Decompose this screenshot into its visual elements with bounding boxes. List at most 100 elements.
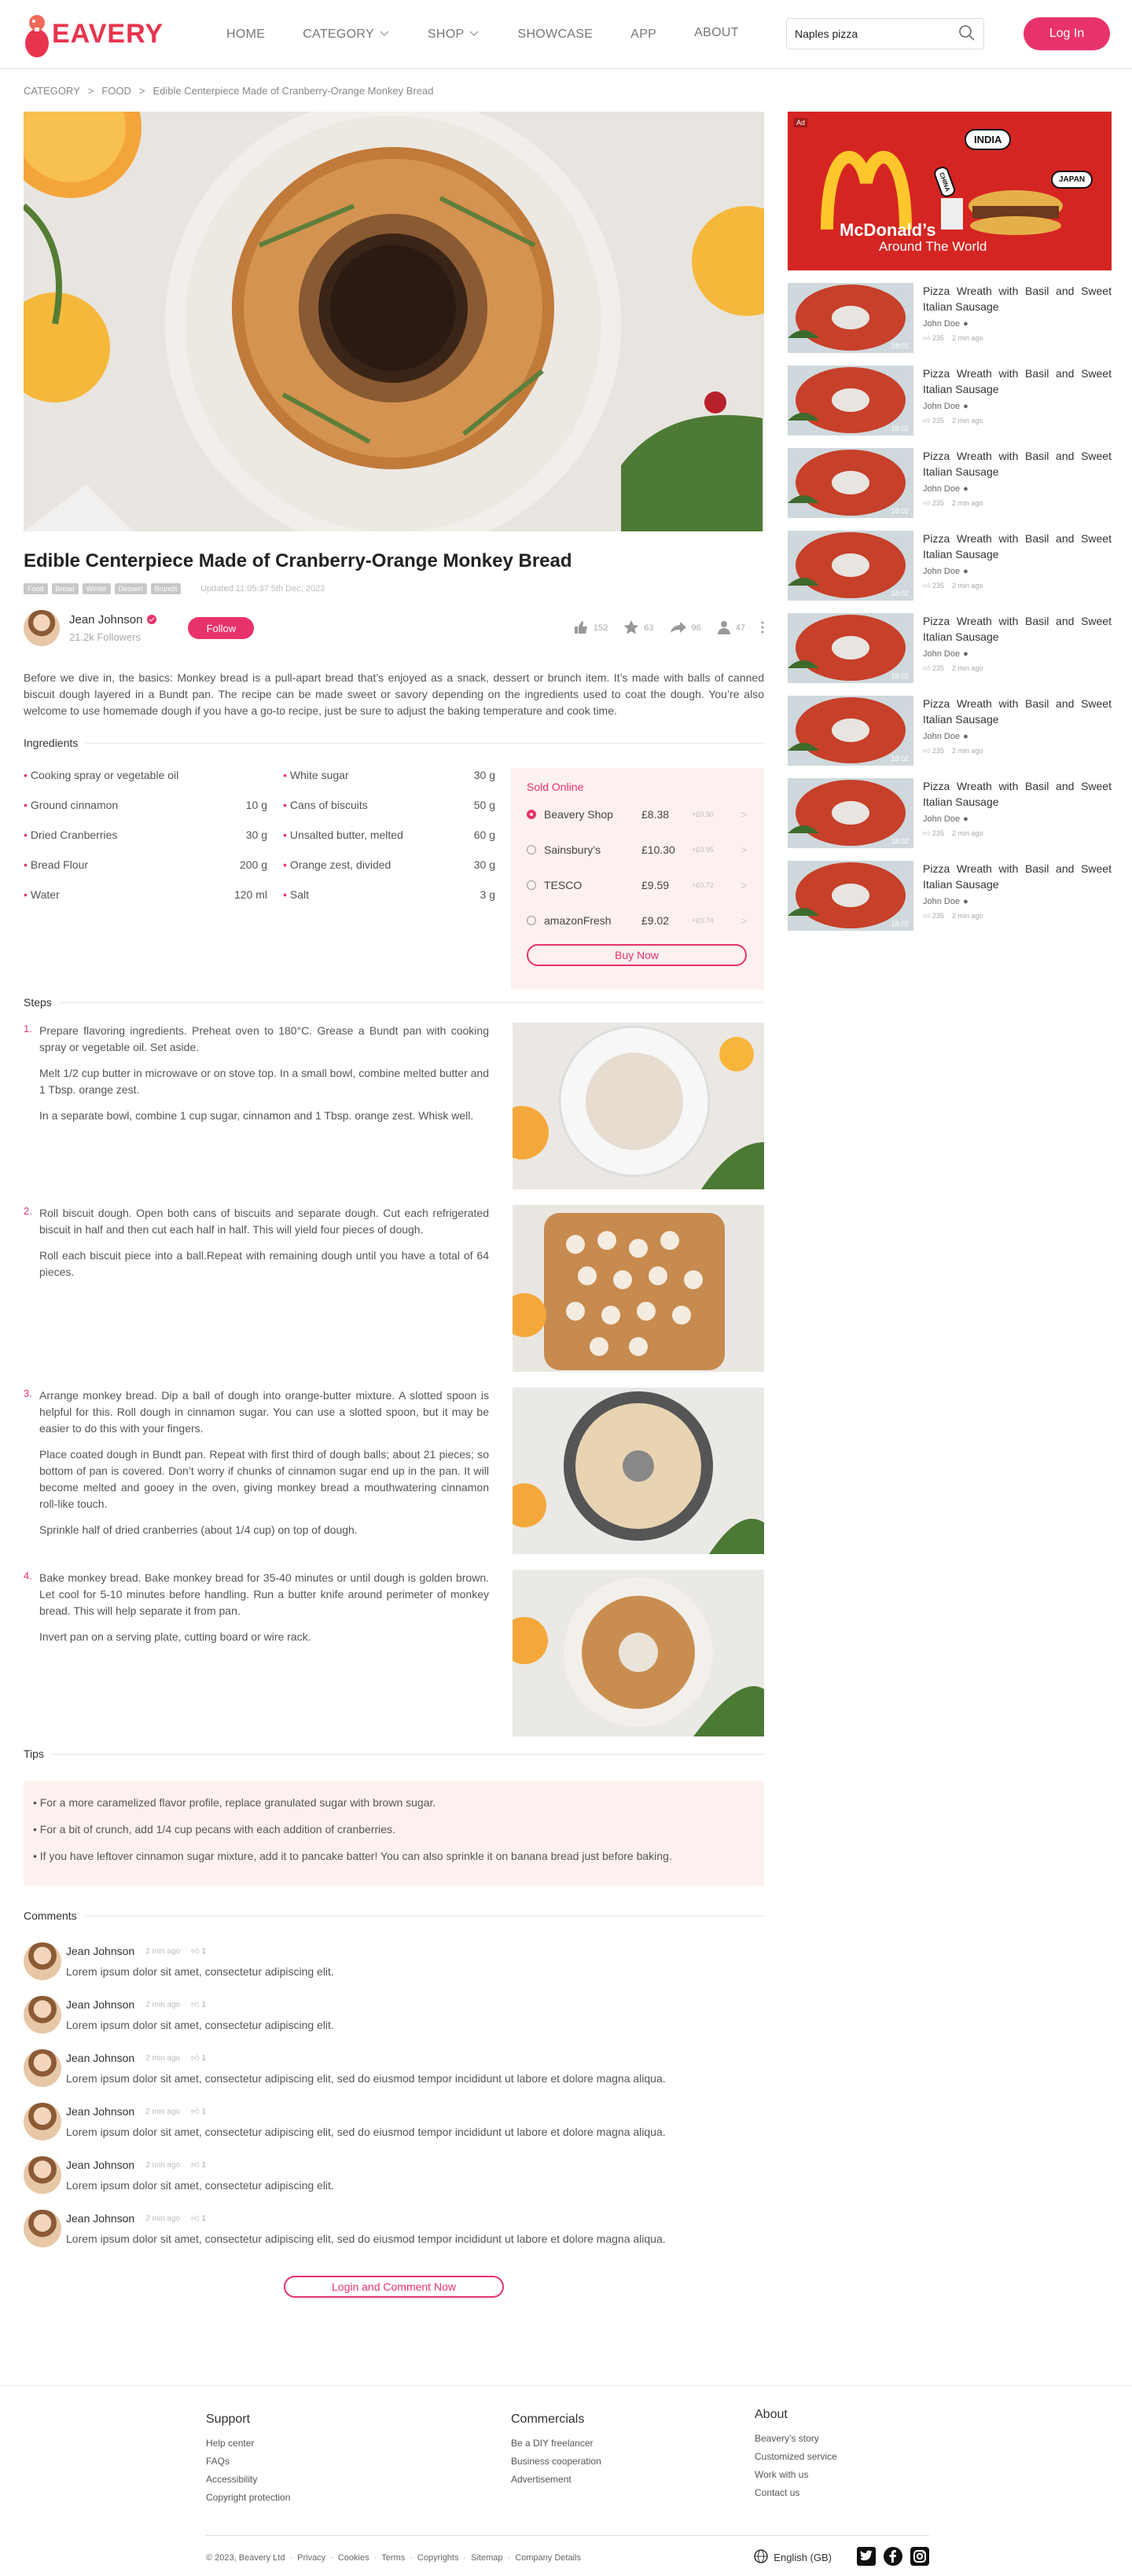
more-icon[interactable] — [761, 621, 764, 636]
facebook-icon[interactable] — [884, 2547, 902, 2568]
tag[interactable]: Dessert — [114, 583, 147, 594]
legal-link[interactable]: Terms — [381, 2553, 405, 2563]
shop-option[interactable]: Sainsbury’s £10.30 +£0.95 > — [527, 832, 748, 867]
avatar[interactable] — [24, 2210, 61, 2247]
footer-link[interactable]: Accessibility — [206, 2474, 290, 2485]
card-title[interactable]: Pizza Wreath with Basil and Sweet Italia… — [923, 696, 1112, 727]
footer-link[interactable]: Customized service — [755, 2451, 837, 2462]
card-thumbnail[interactable]: 18:02 — [788, 531, 913, 601]
chevron-right-icon[interactable]: > — [741, 843, 747, 856]
twitter-icon[interactable] — [857, 2547, 876, 2568]
shop-option[interactable]: Beavery Shop £8.38 +£0.30 > — [527, 796, 748, 832]
chevron-right-icon[interactable]: > — [741, 879, 747, 891]
nav-category[interactable]: CATEGORY — [303, 28, 390, 42]
nav-showcase[interactable]: SHOWCASE — [517, 28, 593, 42]
nav-app[interactable]: APP — [630, 28, 656, 42]
related-card[interactable]: 18:02 Pizza Wreath with Basil and Sweet I… — [788, 613, 1112, 683]
search-input[interactable]: Naples pizza — [786, 18, 984, 50]
card-author[interactable]: John Doe — [923, 402, 960, 411]
legal-link[interactable]: Company Details — [515, 2553, 581, 2563]
legal-link[interactable]: Cookies — [338, 2553, 369, 2563]
chevron-right-icon[interactable]: > — [741, 808, 747, 821]
buy-now-button[interactable]: Buy Now — [527, 944, 747, 966]
comment-author[interactable]: Jean Johnson — [66, 2052, 134, 2064]
radio-icon[interactable] — [527, 844, 536, 854]
card-title[interactable]: Pizza Wreath with Basil and Sweet Italia… — [923, 531, 1112, 562]
comment-like[interactable]: 👍︎ 1 — [191, 2214, 206, 2223]
search-icon[interactable] — [958, 24, 976, 44]
comment-like[interactable]: 👍︎ 1 — [191, 2053, 206, 2063]
legal-link[interactable]: Privacy — [297, 2553, 325, 2563]
legal-link[interactable]: Sitemap — [471, 2553, 502, 2563]
language-selector[interactable]: English (GB) — [753, 2548, 832, 2567]
avatar[interactable] — [24, 1942, 61, 1980]
card-title[interactable]: Pizza Wreath with Basil and Sweet Italia… — [923, 861, 1112, 892]
avatar[interactable] — [24, 2103, 61, 2141]
logo[interactable]: EAVERY — [24, 12, 204, 57]
footer-link[interactable]: Be a DIY freelancer — [511, 2438, 601, 2449]
like-stat[interactable]: 152 — [573, 620, 608, 637]
card-title[interactable]: Pizza Wreath with Basil and Sweet Italia… — [923, 366, 1112, 397]
comment-like[interactable]: 👍︎ 1 — [191, 2107, 206, 2116]
ad-banner[interactable]: Ad INDIA JAPAN CHINA McDonald’s Around T… — [788, 112, 1112, 270]
footer-link[interactable]: Business cooperation — [511, 2456, 601, 2467]
card-thumbnail[interactable]: 18:02 — [788, 778, 913, 848]
nav-shop[interactable]: SHOP — [428, 28, 480, 42]
related-card[interactable]: 18:02 Pizza Wreath with Basil and Sweet I… — [788, 366, 1112, 435]
breadcrumb-food[interactable]: FOOD — [101, 85, 131, 97]
author-name[interactable]: Jean Johnson — [69, 613, 142, 627]
footer-link[interactable]: FAQs — [206, 2456, 290, 2467]
nav-about[interactable]: ABOUT — [694, 24, 739, 42]
shop-option[interactable]: TESCO £9.59 +£0.72 > — [527, 867, 748, 902]
card-author[interactable]: John Doe — [923, 649, 960, 659]
shop-option[interactable]: amazonFresh £9.02 +£0.74 > — [527, 902, 748, 938]
card-thumbnail[interactable]: 18:02 — [788, 861, 913, 931]
related-card[interactable]: 18:02 Pizza Wreath with Basil and Sweet I… — [788, 283, 1112, 353]
card-title[interactable]: Pizza Wreath with Basil and Sweet Italia… — [923, 283, 1112, 314]
tag[interactable]: Winter — [82, 583, 111, 594]
card-thumbnail[interactable]: 18:02 — [788, 613, 913, 683]
comment-author[interactable]: Jean Johnson — [66, 2159, 134, 2171]
card-thumbnail[interactable]: 18:02 — [788, 366, 913, 435]
comment-author[interactable]: Jean Johnson — [66, 2105, 134, 2118]
avatar[interactable] — [24, 2156, 61, 2194]
radio-icon[interactable] — [527, 915, 536, 925]
login-comment-button[interactable]: Login and Comment Now — [284, 2276, 504, 2298]
tag[interactable]: Bread — [51, 583, 79, 594]
avatar[interactable] — [24, 2049, 61, 2087]
related-card[interactable]: 18:02 Pizza Wreath with Basil and Sweet I… — [788, 531, 1112, 601]
nav-home[interactable]: HOME — [226, 28, 265, 42]
comment-like[interactable]: 👍︎ 1 — [191, 2000, 206, 2009]
instagram-icon[interactable] — [910, 2547, 929, 2568]
footer-link[interactable]: Advertisement — [511, 2474, 601, 2485]
avatar[interactable] — [24, 610, 60, 646]
chevron-right-icon[interactable]: > — [741, 914, 747, 927]
follow-button[interactable]: Follow — [188, 617, 255, 639]
breadcrumb-category[interactable]: CATEGORY — [24, 85, 80, 97]
related-card[interactable]: 18:02 Pizza Wreath with Basil and Sweet I… — [788, 778, 1112, 848]
footer-link[interactable]: Help center — [206, 2438, 290, 2449]
footer-link[interactable]: Work with us — [755, 2469, 837, 2480]
avatar[interactable] — [24, 1996, 61, 2034]
comment-author[interactable]: Jean Johnson — [66, 2212, 134, 2225]
comment-author[interactable]: Jean Johnson — [66, 1998, 134, 2011]
card-author[interactable]: John Doe — [923, 897, 960, 906]
card-author[interactable]: John Doe — [923, 319, 960, 329]
legal-link[interactable]: Copyrights — [417, 2553, 459, 2563]
card-title[interactable]: Pizza Wreath with Basil and Sweet Italia… — [923, 778, 1112, 810]
login-button[interactable]: Log In — [1024, 17, 1110, 50]
card-author[interactable]: John Doe — [923, 814, 960, 824]
radio-icon[interactable] — [527, 880, 536, 890]
related-card[interactable]: 18:02 Pizza Wreath with Basil and Sweet I… — [788, 861, 1112, 931]
tag[interactable]: Brunch — [150, 583, 182, 594]
card-thumbnail[interactable]: 18:02 — [788, 448, 913, 518]
footer-link[interactable]: Contact us — [755, 2487, 837, 2498]
related-card[interactable]: 18:02 Pizza Wreath with Basil and Sweet I… — [788, 448, 1112, 518]
card-thumbnail[interactable]: 18:02 — [788, 696, 913, 766]
footer-link[interactable]: Beavery’s story — [755, 2433, 837, 2444]
tag[interactable]: Food — [24, 583, 48, 594]
star-stat[interactable]: 63 — [623, 619, 654, 637]
comment-like[interactable]: 👍︎ 1 — [191, 1946, 206, 1956]
card-thumbnail[interactable]: 18:02 — [788, 283, 913, 353]
share-stat[interactable]: 96 — [670, 621, 701, 636]
